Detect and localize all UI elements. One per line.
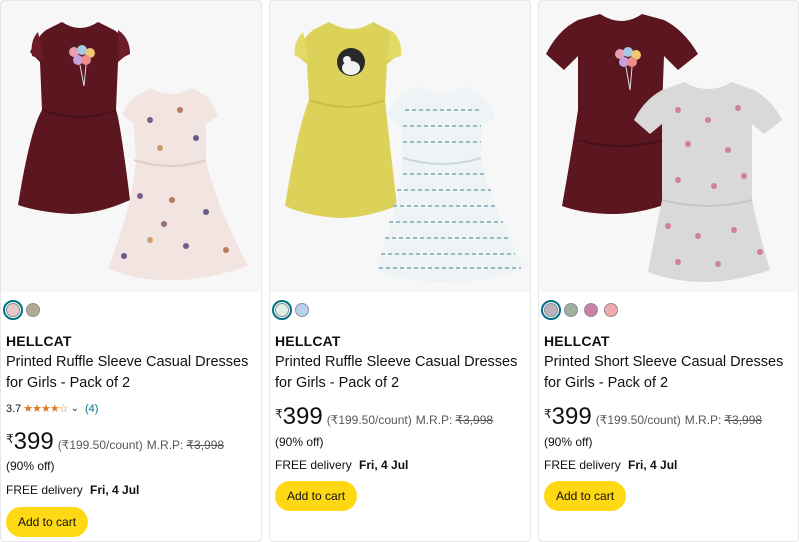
color-swatch[interactable] [3,300,23,320]
color-swatches [3,300,40,320]
add-to-cart-button[interactable]: Add to cart [275,481,358,511]
price-line[interactable]: ₹ 399 (₹199.50/count) M.R.P: ₹3,998 [275,405,493,429]
striped-white-dress-icon [375,86,525,283]
currency-symbol: ₹ [275,407,283,421]
brand-name: HELLCAT [544,333,610,349]
product-title-link[interactable]: Printed Short Sleeve Casual Dresses for … [544,352,794,394]
discount-percent: (90% off) [544,435,593,449]
color-swatch[interactable] [26,303,40,317]
delivery-label: FREE delivery [6,483,83,497]
product-card[interactable]: HELLCAT Printed Ruffle Sleeve Casual Dre… [269,0,531,542]
currency-symbol: ₹ [6,432,14,446]
product-image[interactable] [0,0,262,292]
unit-price: (₹199.50/count) [326,413,412,427]
color-swatch[interactable] [541,300,561,320]
color-swatch[interactable] [604,303,618,317]
unit-price: (₹199.50/count) [595,413,681,427]
delivery-label: FREE delivery [544,458,621,472]
rating[interactable]: 3.7 ★★★★☆ ⌄ (4) [6,402,98,416]
price: 399 [13,428,54,455]
color-swatch[interactable] [564,303,578,317]
delivery-date: Fri, 4 Jul [628,458,678,472]
price: 399 [282,403,323,430]
color-swatches [272,300,309,320]
delivery-info: FREE delivery Fri, 4 Jul [6,483,139,497]
color-swatch[interactable] [584,303,598,317]
color-swatch[interactable] [295,303,309,317]
mrp-label: M.R.P: [415,413,453,427]
price: 399 [551,403,592,430]
unit-price: (₹199.50/count) [57,438,143,452]
delivery-label: FREE delivery [275,458,352,472]
price-line[interactable]: ₹ 399 (₹199.50/count) M.R.P: ₹3,998 [6,430,224,454]
price-line[interactable]: ₹ 399 (₹199.50/count) M.R.P: ₹3,998 [544,405,762,429]
product-title-link[interactable]: Printed Ruffle Sleeve Casual Dresses for… [275,352,525,394]
mrp-value: ₹3,998 [724,413,763,427]
brand-name: HELLCAT [6,333,72,349]
currency-symbol: ₹ [544,407,552,421]
chevron-down-icon[interactable]: ⌄ [71,403,79,414]
rating-count-link[interactable]: (4) [85,403,98,415]
color-swatches [541,300,618,320]
floral-pink-dress-icon [108,88,248,281]
mrp-label: M.R.P: [684,413,722,427]
mrp-label: M.R.P: [146,438,184,452]
star-rating-icon: ★★★★☆ [23,403,68,415]
product-image[interactable] [269,0,531,292]
discount-percent: (90% off) [6,459,55,473]
product-card[interactable]: HELLCAT Printed Short Sleeve Casual Dres… [538,0,799,542]
delivery-info: FREE delivery Fri, 4 Jul [275,458,408,472]
color-swatch[interactable] [272,300,292,320]
product-title-link[interactable]: Printed Ruffle Sleeve Casual Dresses for… [6,352,256,394]
delivery-info: FREE delivery Fri, 4 Jul [544,458,677,472]
mrp-value: ₹3,998 [455,413,494,427]
brand-name: HELLCAT [275,333,341,349]
delivery-date: Fri, 4 Jul [90,483,140,497]
add-to-cart-button[interactable]: Add to cart [544,481,627,511]
add-to-cart-button[interactable]: Add to cart [6,507,89,537]
maroon-ruffle-dress-icon [18,22,131,214]
delivery-date: Fri, 4 Jul [359,458,409,472]
product-card[interactable]: HELLCAT Printed Ruffle Sleeve Casual Dre… [0,0,262,542]
discount-percent: (90% off) [275,435,324,449]
mrp-value: ₹3,998 [186,438,225,452]
yellow-ruffle-dress-icon [285,22,402,218]
rating-value: 3.7 [6,402,22,415]
product-image[interactable] [538,0,799,292]
